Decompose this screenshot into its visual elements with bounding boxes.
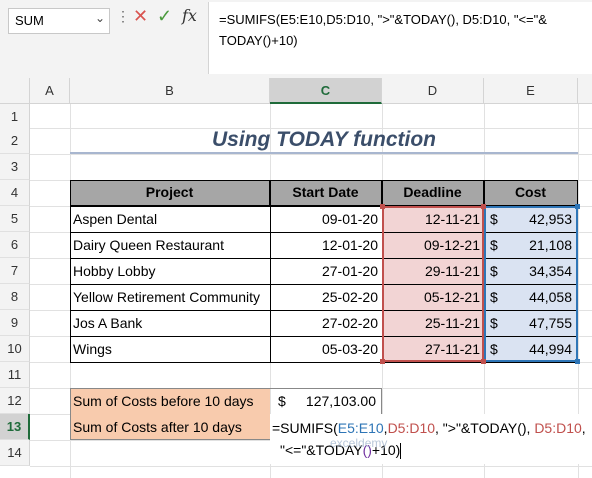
cell-start-date[interactable]: 25-02-20 [272, 285, 378, 310]
range-handle[interactable] [575, 359, 580, 364]
cell-start-date[interactable]: 09-01-20 [272, 207, 378, 232]
formula-line-1: =SUMIFS(E5:E10,D5:D10, ">"&TODAY(), D5:D… [219, 12, 547, 27]
col-header-c[interactable]: C [270, 78, 382, 104]
table-border [270, 180, 271, 362]
table-border [70, 362, 578, 363]
editor-line-1: =SUMIFS(E5:E10,D5:D10, ">"&TODAY(), D5:D… [272, 420, 586, 436]
cell-start-date[interactable]: 05-03-20 [272, 337, 378, 362]
gridline [30, 466, 592, 467]
row-header-2[interactable]: 2 [0, 128, 30, 154]
header-start-date[interactable]: Start Date [270, 180, 382, 206]
ref-deadline-range: D5:D10 [534, 420, 582, 436]
col-header-a[interactable]: A [30, 78, 70, 104]
col-header-b[interactable]: B [70, 78, 270, 104]
select-all-corner[interactable] [0, 78, 30, 104]
title-underline [70, 152, 578, 154]
row-header-5[interactable]: 5 [0, 206, 30, 232]
row-header-8[interactable]: 8 [0, 284, 30, 310]
name-box[interactable]: SUM ⌄ [8, 8, 110, 34]
chevron-down-icon[interactable]: ⌄ [95, 11, 105, 25]
formula-token: , ">"&TODAY(), [435, 420, 535, 436]
row-header-7[interactable]: 7 [0, 258, 30, 284]
gridline [30, 154, 592, 155]
watermark-logo: exceldemy [330, 436, 388, 450]
insert-function-icon[interactable]: fx [182, 6, 197, 25]
sheet-title: Using TODAY function [212, 128, 436, 151]
formula-line-2: TODAY()+10) [219, 33, 298, 48]
summary-before-label[interactable]: Sum of Costs before 10 days [73, 389, 268, 414]
range-handle[interactable] [481, 359, 486, 364]
row-header-12[interactable]: 12 [0, 388, 30, 414]
ref-cost-range: E5:E10 [337, 420, 384, 436]
range-handle[interactable] [380, 359, 385, 364]
enter-check-icon[interactable]: ✓ [157, 6, 172, 27]
cell-start-date[interactable]: 27-01-20 [272, 259, 378, 284]
formula-token: , [581, 420, 586, 436]
summary-before-value[interactable]: 127,103.00 [292, 389, 376, 414]
reference-highlight-cost [484, 206, 578, 362]
reference-highlight-deadline [382, 206, 484, 362]
table-border [70, 180, 578, 181]
cell-project[interactable]: Aspen Dental [73, 207, 268, 232]
cell-start-date[interactable]: 27-02-20 [272, 311, 378, 336]
cell-start-date[interactable]: 12-01-20 [272, 233, 378, 258]
cell-editor-c13[interactable]: =SUMIFS(E5:E10,D5:D10, ">"&TODAY(), D5:D… [270, 414, 592, 464]
table-border [70, 180, 71, 362]
row-header-13[interactable]: 13 [0, 414, 30, 440]
header-cost[interactable]: Cost [484, 180, 578, 206]
row-header-6[interactable]: 6 [0, 232, 30, 258]
col-header-f[interactable] [578, 78, 592, 104]
cell-project[interactable]: Hobby Lobby [73, 259, 268, 284]
formula-token: =SUMIFS( [272, 420, 338, 436]
row-header-4[interactable]: 4 [0, 180, 30, 206]
cell-project[interactable]: Wings [73, 337, 268, 362]
row-header-10[interactable]: 10 [0, 336, 30, 362]
row-header-11[interactable]: 11 [0, 362, 30, 388]
col-header-d[interactable]: D [382, 78, 484, 104]
row-header-1[interactable]: 1 [0, 104, 30, 130]
header-deadline[interactable]: Deadline [382, 180, 484, 206]
row-header-14[interactable]: 14 [0, 440, 30, 466]
row-header-3[interactable]: 3 [0, 154, 30, 180]
range-handle[interactable] [380, 204, 385, 209]
header-project[interactable]: Project [70, 180, 270, 206]
name-box-value: SUM [15, 13, 44, 28]
text-cursor [400, 443, 402, 460]
summary-after-label[interactable]: Sum of Costs after 10 days [73, 415, 268, 440]
formula-input[interactable]: =SUMIFS(E5:E10,D5:D10, ">"&TODAY(), D5:D… [208, 2, 592, 74]
cell-project[interactable]: Jos A Bank [73, 311, 268, 336]
range-handle[interactable] [481, 204, 486, 209]
ref-deadline-range: D5:D10 [387, 420, 436, 436]
range-handle[interactable] [575, 204, 580, 209]
cell-project[interactable]: Dairy Queen Restaurant [73, 233, 268, 258]
formula-bar: SUM ⌄ ⋮ ✕ ✓ fx =SUMIFS(E5:E10,D5:D10, ">… [0, 0, 592, 79]
col-header-e[interactable]: E [484, 78, 578, 104]
row-header-9[interactable]: 9 [0, 310, 30, 336]
cell-project[interactable]: Yellow Retirement Community [73, 285, 268, 310]
summary-before-currency: $ [278, 393, 286, 409]
cancel-icon[interactable]: ✕ [133, 6, 148, 27]
more-options-icon[interactable]: ⋮ [116, 8, 130, 25]
